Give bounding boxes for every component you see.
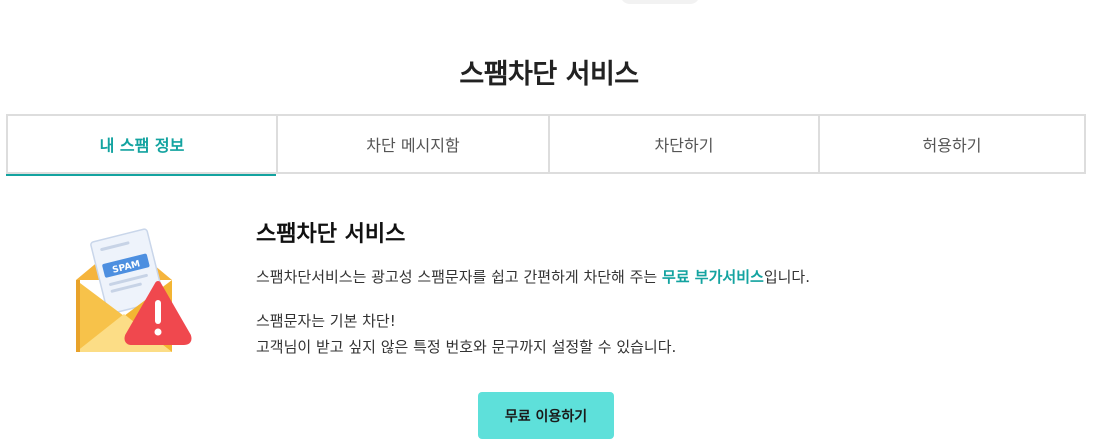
description-text: 스팸차단서비스는 광고성 스팸문자를 쉽고 간편하게 차단해 주는 (256, 268, 662, 286)
section-heading: 스팸차단 서비스 (256, 222, 406, 247)
tab-block[interactable]: 차단하기 (548, 116, 818, 172)
service-description: 스팸차단서비스는 광고성 스팸문자를 쉽고 간편하게 차단해 주는 무료 부가서… (256, 266, 810, 287)
tab-blocked-messages[interactable]: 차단 메시지함 (276, 116, 548, 172)
spam-envelope-illustration: SPAM (76, 228, 192, 352)
tab-label: 차단하기 (654, 136, 714, 155)
detail-line-1: 스팸문자는 기본 차단! (256, 312, 396, 330)
tab-allow[interactable]: 허용하기 (818, 116, 1084, 172)
top-decoration (620, 0, 700, 4)
tab-label: 차단 메시지함 (366, 136, 460, 155)
tab-my-spam-info[interactable]: 내 스팸 정보 (6, 116, 276, 176)
description-suffix: 입니다. (763, 268, 810, 286)
free-service-highlight: 무료 부가서비스 (661, 268, 764, 286)
tab-bar: 내 스팸 정보 차단 메시지함 차단하기 허용하기 (6, 114, 1086, 176)
page-title: 스팸차단 서비스 (459, 59, 639, 90)
service-detail: 스팸문자는 기본 차단! 고객님이 받고 싶지 않은 특정 번호와 문구까지 설… (256, 308, 676, 360)
tab-label: 내 스팸 정보 (99, 136, 185, 155)
free-use-button[interactable]: 무료 이용하기 (478, 392, 614, 439)
detail-line-2: 고객님이 받고 싶지 않은 특정 번호와 문구까지 설정할 수 있습니다. (256, 338, 677, 356)
tab-label: 허용하기 (922, 136, 982, 155)
